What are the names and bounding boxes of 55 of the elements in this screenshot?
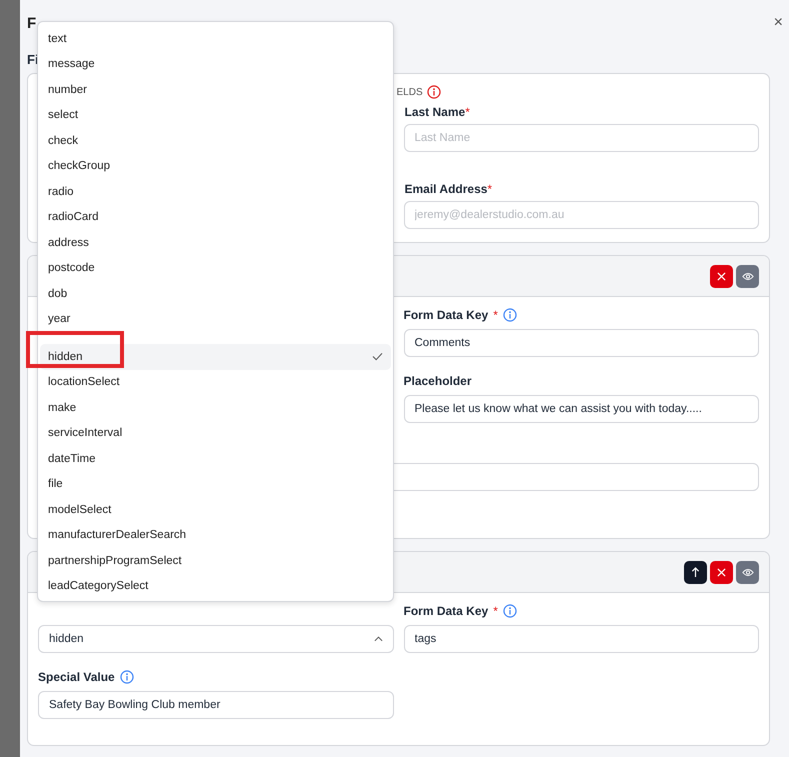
visibility-button[interactable] xyxy=(736,264,759,288)
close-button[interactable]: × xyxy=(774,14,783,32)
dropdown-option[interactable]: dateTime xyxy=(40,446,391,472)
field-label: Email Address xyxy=(404,182,488,196)
dropdown-option[interactable]: text xyxy=(40,26,391,52)
dropdown-option[interactable]: radioCard xyxy=(40,204,391,230)
required-mark: * xyxy=(493,604,498,618)
input-field[interactable]: Comments xyxy=(404,329,759,357)
close-icon xyxy=(717,272,726,280)
dropdown-option[interactable]: file xyxy=(40,472,391,497)
eye-icon xyxy=(742,272,754,280)
eye-icon xyxy=(742,568,754,576)
type-select[interactable]: hidden xyxy=(38,625,394,653)
field-label: Form Data Key xyxy=(404,308,488,322)
delete-button[interactable] xyxy=(710,264,733,288)
input-field[interactable]: tags xyxy=(404,625,759,653)
dropdown-option[interactable]: select xyxy=(40,102,391,128)
caret-icon xyxy=(374,636,382,642)
input-field[interactable]: Please let us know what we can assist you with today..... xyxy=(404,395,759,423)
dropdown-option[interactable]: serviceInterval xyxy=(40,420,391,446)
dropdown-option[interactable]: partnershipProgramSelect xyxy=(40,548,391,574)
section-label: ELDS xyxy=(396,86,423,98)
dropdown-option[interactable]: hidden xyxy=(40,344,391,370)
dropdown-option[interactable]: message xyxy=(40,52,391,77)
dropdown-option[interactable]: checkGroup xyxy=(40,154,391,179)
dropdown-option[interactable]: postcode xyxy=(40,256,391,281)
required-mark: * xyxy=(487,182,492,196)
dropdown-option[interactable]: address xyxy=(40,230,391,256)
required-mark: * xyxy=(465,105,470,119)
dropdown-option[interactable]: modelSelect xyxy=(40,497,391,522)
field-label: Special Value xyxy=(38,670,115,684)
modal-title: F xyxy=(27,14,36,32)
visibility-button[interactable] xyxy=(736,560,759,584)
input-field[interactable]: Safety Bay Bowling Club member xyxy=(38,691,394,719)
delete-button[interactable] xyxy=(710,560,733,584)
arrow-up-icon xyxy=(691,566,700,578)
dropdown-option[interactable]: year xyxy=(40,306,391,332)
field-label: Placeholder xyxy=(404,374,472,388)
close-icon xyxy=(717,568,726,576)
dropdown-option[interactable]: leadCategorySelect xyxy=(40,574,391,599)
required-mark: * xyxy=(493,308,498,322)
dropdown-option[interactable]: check xyxy=(40,128,391,154)
dropdown-option[interactable]: dob xyxy=(40,281,391,306)
dropdown-option[interactable]: locationSelect xyxy=(40,370,391,395)
field-label: Last Name xyxy=(404,105,466,119)
dropdown-option[interactable]: number xyxy=(40,77,391,102)
info-icon xyxy=(426,85,441,99)
dropdown-option[interactable]: manufacturerDealerSearch xyxy=(40,522,391,548)
input-field[interactable]: Last Name xyxy=(404,124,759,152)
dropdown-option[interactable]: make xyxy=(40,395,391,420)
check-icon xyxy=(372,352,383,362)
dropdown-option[interactable]: radio xyxy=(40,179,391,204)
field-label: Form Data Key xyxy=(404,604,488,618)
input-field[interactable]: jeremy@dealerstudio.com.au xyxy=(404,201,759,229)
move-up-button[interactable] xyxy=(684,560,707,584)
